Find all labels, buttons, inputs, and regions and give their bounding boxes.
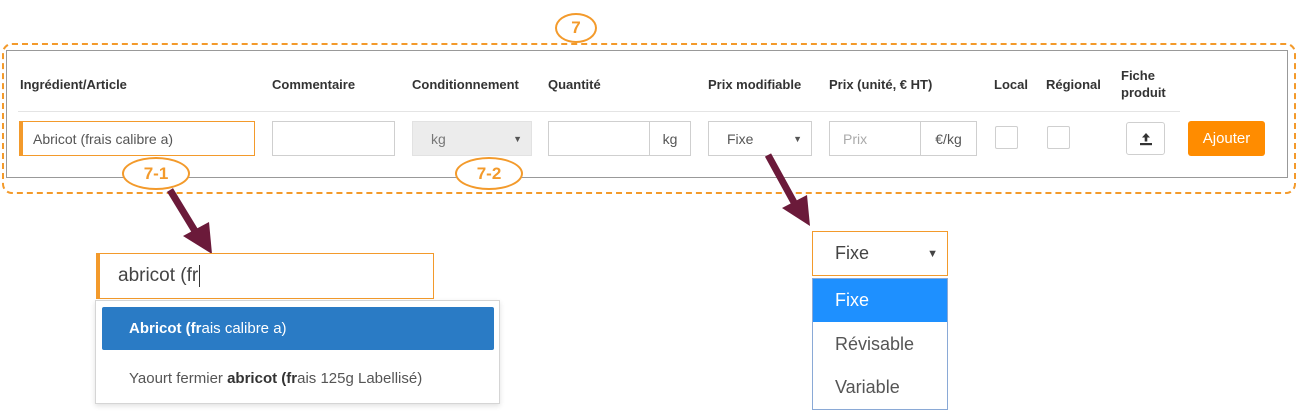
search-input-zoom[interactable]: abricot (fr [96,253,434,299]
suggestion-item-highlighted[interactable]: Abricot (fr ais calibre a) [102,307,494,350]
arrow-to-search-zoom [167,188,212,254]
text-cursor [199,265,201,287]
suggestion-match: Abricot (fr [129,320,202,337]
search-typed-text: abricot (fr [118,265,199,286]
price-mode-select-zoom[interactable]: Fixe ▼ [812,231,948,276]
suggestion-suffix: ais 125g Labellisé) [297,370,423,387]
suggestion-match: abricot (fr [227,370,298,387]
option-revisable[interactable]: Révisable [813,323,947,366]
suggestion-suffix: ais calibre a) [201,320,287,337]
price-mode-options: Fixe Révisable Variable [812,278,948,410]
option-variable[interactable]: Variable [813,366,947,409]
option-fixe[interactable]: Fixe [813,279,947,322]
caret-down-icon: ▼ [927,247,938,260]
arrow-to-select-zoom [764,153,810,226]
select-value: Fixe [835,243,870,263]
suggestion-item[interactable]: Yaourt fermier abricot (fr ais 125g Label… [102,357,494,400]
suggestion-prefix: Yaourt fermier [129,370,228,387]
